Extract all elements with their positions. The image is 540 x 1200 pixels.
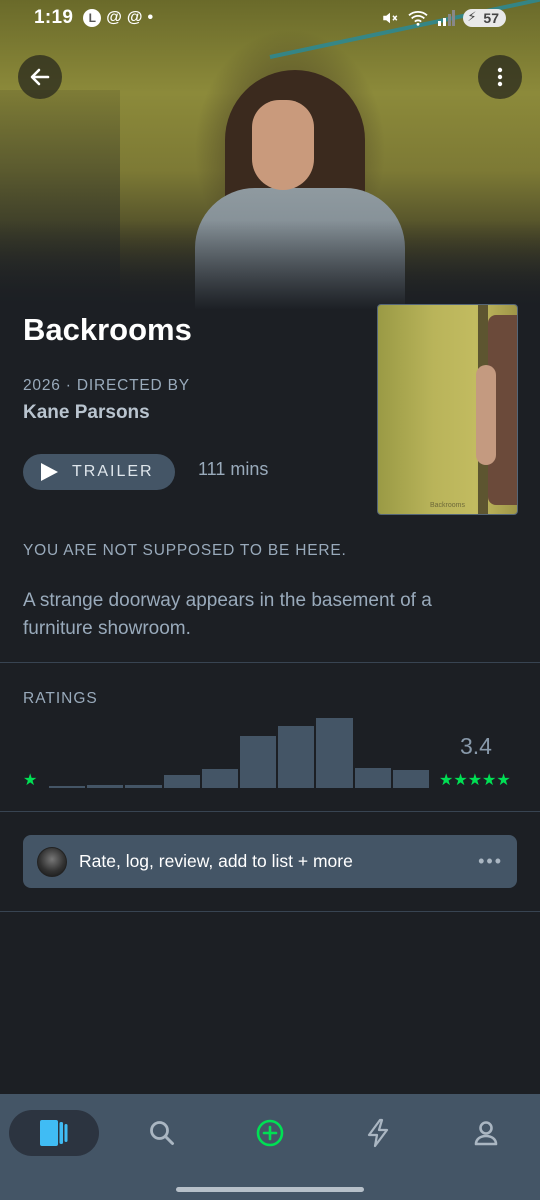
status-time: 1:19: [34, 7, 74, 28]
star-icon: ★: [23, 772, 38, 789]
more-vertical-icon: [497, 67, 503, 87]
ratings-histogram[interactable]: [49, 718, 429, 788]
action-bar-label: Rate, log, review, add to list + more: [79, 851, 353, 871]
wifi-icon: [408, 11, 429, 26]
home-indicator[interactable]: [176, 1187, 364, 1192]
histogram-bar[interactable]: [392, 769, 429, 788]
rate-log-review-button[interactable]: Rate, log, review, add to list + more ••…: [23, 835, 517, 888]
histogram-bar[interactable]: [163, 775, 200, 788]
synopsis[interactable]: A strange doorway appears in the basemen…: [23, 587, 493, 643]
profile-icon: [474, 1121, 498, 1146]
film-meta: 2026 · DIRECTED BY: [23, 377, 190, 394]
histogram-bar[interactable]: [201, 769, 238, 788]
divider: [0, 811, 540, 812]
histogram-bar[interactable]: [316, 718, 353, 788]
more-options-button[interactable]: [478, 55, 522, 99]
nav-add[interactable]: [248, 1110, 292, 1156]
film-title: Backrooms: [23, 312, 192, 347]
histogram-bar[interactable]: [278, 725, 315, 788]
films-icon: [40, 1120, 68, 1146]
divider: [0, 911, 540, 912]
film-year[interactable]: 2026: [23, 377, 61, 394]
directed-by-label: DIRECTED BY: [76, 377, 190, 394]
nav-activity[interactable]: [356, 1110, 400, 1156]
add-icon: [256, 1119, 284, 1147]
tagline: YOU ARE NOT SUPPOSED TO BE HERE.: [23, 542, 347, 559]
runtime: 111 mins: [198, 459, 269, 479]
activity-icon: [367, 1118, 389, 1148]
histogram-bar[interactable]: [49, 786, 86, 788]
trailer-button[interactable]: TRAILER: [23, 454, 175, 490]
avatar: [37, 846, 67, 877]
bottom-navigation: [0, 1094, 540, 1200]
histogram-bar[interactable]: [87, 785, 124, 788]
notification-at-icon: @: [126, 9, 143, 26]
search-icon: [150, 1121, 174, 1145]
notification-dot-icon: •: [147, 9, 154, 26]
histogram-bar[interactable]: [240, 736, 277, 788]
five-star-icon: ★★★★★: [439, 772, 511, 789]
play-icon: [41, 463, 58, 481]
notification-l-icon: L: [83, 9, 102, 27]
ratings-label: RATINGS: [23, 690, 98, 707]
status-bar: 1:19 L @ @ • 57: [0, 0, 540, 36]
battery-indicator: 57: [463, 9, 506, 27]
arrow-left-icon: [30, 68, 50, 86]
film-poster[interactable]: Backrooms: [377, 304, 518, 515]
trailer-label: TRAILER: [72, 463, 154, 480]
notification-at-icon: @: [106, 9, 122, 26]
mute-icon: [383, 12, 398, 24]
nav-profile[interactable]: [464, 1110, 508, 1156]
hero-backdrop: [0, 0, 540, 310]
nav-films[interactable]: [9, 1110, 99, 1156]
back-button[interactable]: [18, 55, 62, 99]
nav-search[interactable]: [140, 1110, 184, 1156]
histogram-bar[interactable]: [125, 784, 162, 788]
histogram-bar[interactable]: [354, 767, 391, 788]
more-horizontal-icon: •••: [478, 851, 503, 871]
director-link[interactable]: Kane Parsons: [23, 402, 150, 424]
divider: [0, 662, 540, 663]
poster-caption: Backrooms: [429, 502, 465, 509]
signal-icon: [438, 10, 456, 26]
average-rating: 3.4: [460, 733, 492, 759]
